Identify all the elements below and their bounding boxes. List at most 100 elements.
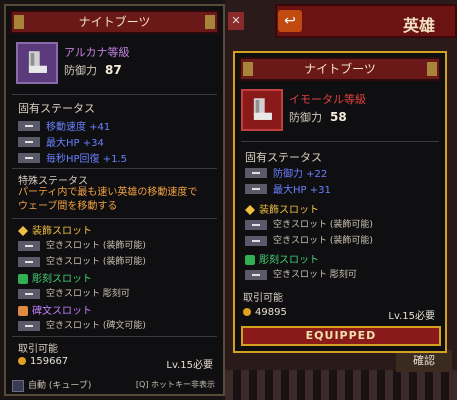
auto-cube-label: 自動 (キューブ) bbox=[28, 381, 92, 391]
stat-bullet-icon bbox=[245, 183, 267, 194]
decorative-border bbox=[225, 370, 457, 400]
decoration-icon bbox=[18, 226, 28, 236]
divider bbox=[12, 94, 217, 95]
stat-row: 毎秒HP回復 +1.5 bbox=[18, 150, 128, 165]
coin-icon bbox=[18, 357, 26, 365]
auto-cube-row: 自動 (キューブ) [Q] ホットキー非表示 bbox=[12, 378, 217, 394]
defense-label: 防御力 bbox=[289, 111, 322, 124]
carve-slot-header: 彫刻スロット bbox=[18, 270, 92, 285]
boots-icon bbox=[241, 89, 283, 131]
carve-slot-label: 彫刻スロット bbox=[259, 255, 319, 266]
special-desc-line: ウェーブ間を移動する bbox=[18, 201, 118, 212]
divider bbox=[241, 141, 439, 142]
slot-text: 空きスロット 彫刻可 bbox=[46, 289, 130, 299]
item-title-bar: ナイトブーツ bbox=[239, 57, 441, 81]
tradable-label: 取引可能 bbox=[243, 293, 283, 304]
divider bbox=[12, 336, 217, 337]
hero-header: 英雄 bbox=[275, 4, 457, 38]
price: 49895 bbox=[243, 307, 287, 318]
carving-icon bbox=[18, 274, 28, 284]
divider bbox=[12, 218, 217, 219]
deco-slot-header: 装飾スロット bbox=[18, 222, 92, 237]
inscription-icon bbox=[18, 306, 28, 316]
divider bbox=[12, 168, 217, 169]
stat-text: 最大HP +34 bbox=[46, 138, 104, 149]
item-name: ナイトブーツ bbox=[304, 62, 376, 76]
slot-bullet-icon bbox=[245, 235, 267, 246]
slot-text: 空きスロット (装飾可能) bbox=[273, 236, 373, 246]
slot-bullet-icon bbox=[18, 320, 40, 331]
title-flourish-left bbox=[243, 62, 253, 76]
slot-bullet-icon bbox=[245, 219, 267, 230]
stat-bullet-icon bbox=[18, 136, 40, 147]
title-flourish-right bbox=[205, 15, 215, 29]
decoration-icon bbox=[245, 205, 255, 215]
defense-label: 防御力 bbox=[64, 64, 97, 77]
hotkey-hint: [Q] ホットキー非表示 bbox=[135, 380, 215, 389]
rune-slot-label: 碑文スロット bbox=[32, 306, 92, 317]
stat-row: 最大HP +31 bbox=[245, 181, 331, 196]
level-requirement: Lv.15必要 bbox=[166, 360, 213, 371]
title-flourish-right bbox=[427, 62, 437, 76]
slot-row: 空きスロット (碑文可能) bbox=[18, 318, 146, 331]
deco-slot-label: 装飾スロット bbox=[32, 226, 92, 237]
item-tooltip-equipped: ナイトブーツ イモータル等級 防御力 58 固有ステータス 防御力 +22 最大H… bbox=[233, 51, 447, 353]
equipped-badge: EQUIPPED bbox=[241, 326, 441, 346]
stat-row: 防御力 +22 bbox=[245, 165, 328, 180]
deco-slot-label: 装飾スロット bbox=[259, 205, 319, 216]
level-requirement: Lv.15必要 bbox=[388, 311, 435, 322]
exit-icon[interactable]: ↩ bbox=[278, 10, 302, 32]
slot-text: 空きスロット (碑文可能) bbox=[46, 321, 146, 331]
slot-text: 空きスロット (装飾可能) bbox=[46, 257, 146, 267]
slot-text: 空きスロット (装飾可能) bbox=[273, 220, 373, 230]
stat-bullet-icon bbox=[18, 120, 40, 131]
price-value: 159667 bbox=[30, 356, 69, 367]
carve-slot-header: 彫刻スロット bbox=[245, 251, 319, 266]
defense-value: 87 bbox=[105, 63, 122, 77]
item-header: アルカナ等級 防御力 87 bbox=[16, 42, 216, 92]
rune-slot-header: 碑文スロット bbox=[18, 302, 92, 317]
carving-icon bbox=[245, 255, 255, 265]
coin-icon bbox=[243, 308, 251, 316]
close-icon[interactable]: ✕ bbox=[228, 12, 244, 30]
confirm-button[interactable]: 確認 bbox=[396, 350, 452, 372]
slot-row: 空きスロット (装飾可能) bbox=[18, 254, 146, 267]
stat-bullet-icon bbox=[18, 152, 40, 163]
carve-slot-label: 彫刻スロット bbox=[32, 274, 92, 285]
item-grade: イモータル等級 bbox=[289, 93, 366, 106]
defense-value: 58 bbox=[330, 110, 347, 124]
title-flourish-left bbox=[14, 15, 24, 29]
auto-cube-checkbox[interactable] bbox=[12, 379, 24, 392]
tradable-label: 取引可能 bbox=[18, 344, 58, 355]
stat-text: 移動速度 +41 bbox=[46, 122, 111, 133]
stat-row: 最大HP +34 bbox=[18, 134, 104, 149]
slot-row: 空きスロット (装飾可能) bbox=[18, 238, 146, 251]
special-desc-line: パーティ内で最も速い英雄の移動速度で bbox=[18, 187, 198, 198]
hero-title: 英雄 bbox=[402, 16, 435, 35]
boots-icon bbox=[16, 42, 58, 84]
slot-bullet-icon bbox=[18, 256, 40, 267]
inherent-stats-label: 固有ステータス bbox=[245, 151, 322, 164]
item-tooltip-hovered: ナイトブーツ アルカナ等級 防御力 87 固有ステータス 移動速度 +41 最大H… bbox=[4, 4, 225, 396]
slot-bullet-icon bbox=[18, 288, 40, 299]
slot-bullet-icon bbox=[18, 240, 40, 251]
slot-row: 空きスロット (装飾可能) bbox=[245, 217, 373, 230]
slot-row: 空きスロット (装飾可能) bbox=[245, 233, 373, 246]
item-defense: 防御力 58 bbox=[289, 109, 347, 125]
special-stats-label: 特殊ステータス bbox=[18, 176, 88, 187]
slot-row: 空きスロット 彫刻可 bbox=[245, 267, 357, 280]
item-header: イモータル等級 防御力 58 bbox=[241, 89, 441, 139]
item-name: ナイトブーツ bbox=[78, 15, 151, 29]
inherent-stats-label: 固有ステータス bbox=[18, 102, 95, 115]
item-defense: 防御力 87 bbox=[64, 62, 122, 78]
stat-text: 最大HP +31 bbox=[273, 185, 331, 196]
stat-text: 毎秒HP回復 +1.5 bbox=[46, 154, 128, 165]
price-value: 49895 bbox=[255, 307, 287, 318]
item-title-bar: ナイトブーツ bbox=[10, 10, 219, 34]
stat-row: 移動速度 +41 bbox=[18, 118, 111, 133]
slot-row: 空きスロット 彫刻可 bbox=[18, 286, 130, 299]
price: 159667 bbox=[18, 356, 68, 367]
stat-bullet-icon bbox=[245, 167, 267, 178]
stat-text: 防御力 +22 bbox=[273, 169, 328, 180]
item-grade: アルカナ等級 bbox=[64, 46, 130, 59]
